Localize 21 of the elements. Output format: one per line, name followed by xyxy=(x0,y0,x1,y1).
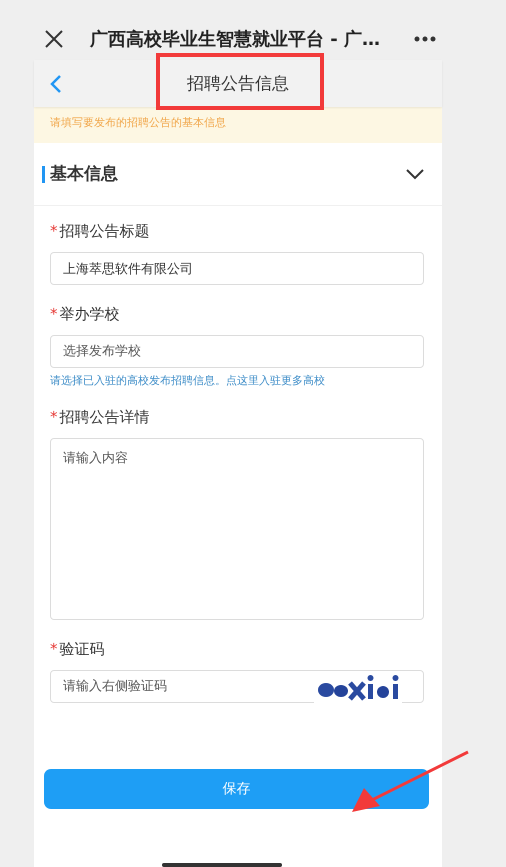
page-title: 广西高校毕业生智慧就业平台 - 广… xyxy=(90,28,380,51)
required-mark: * xyxy=(50,222,58,240)
required-mark: * xyxy=(50,408,58,426)
back-icon[interactable] xyxy=(50,74,62,94)
input-field[interactable]: 上海萃思软件有限公司 xyxy=(50,252,424,285)
textarea-field[interactable]: 请输入内容 xyxy=(50,438,424,620)
save-button[interactable]: 保存 xyxy=(44,769,429,809)
close-icon[interactable] xyxy=(44,29,64,49)
chevron-icon[interactable] xyxy=(406,168,424,180)
required-mark: * xyxy=(50,305,58,323)
field-label: 招聘公告详情 xyxy=(60,408,150,426)
notice-text: 请填写要发布的招聘公告的基本信息 xyxy=(50,116,226,129)
field-label: 招聘公告标题 xyxy=(60,222,150,240)
hint-link[interactable]: 请选择已入驻的高校发布招聘信息。点这里入驻更多高校 xyxy=(50,373,424,388)
more-icon[interactable] xyxy=(414,36,436,42)
section-title: 基本信息 xyxy=(42,166,118,182)
field-label: 举办学校 xyxy=(60,305,120,323)
nav-title: 招聘公告信息 xyxy=(187,74,289,94)
field-label: 验证码 xyxy=(60,640,104,658)
select-field[interactable]: 选择发布学校 xyxy=(50,335,424,368)
required-mark: * xyxy=(50,640,58,658)
